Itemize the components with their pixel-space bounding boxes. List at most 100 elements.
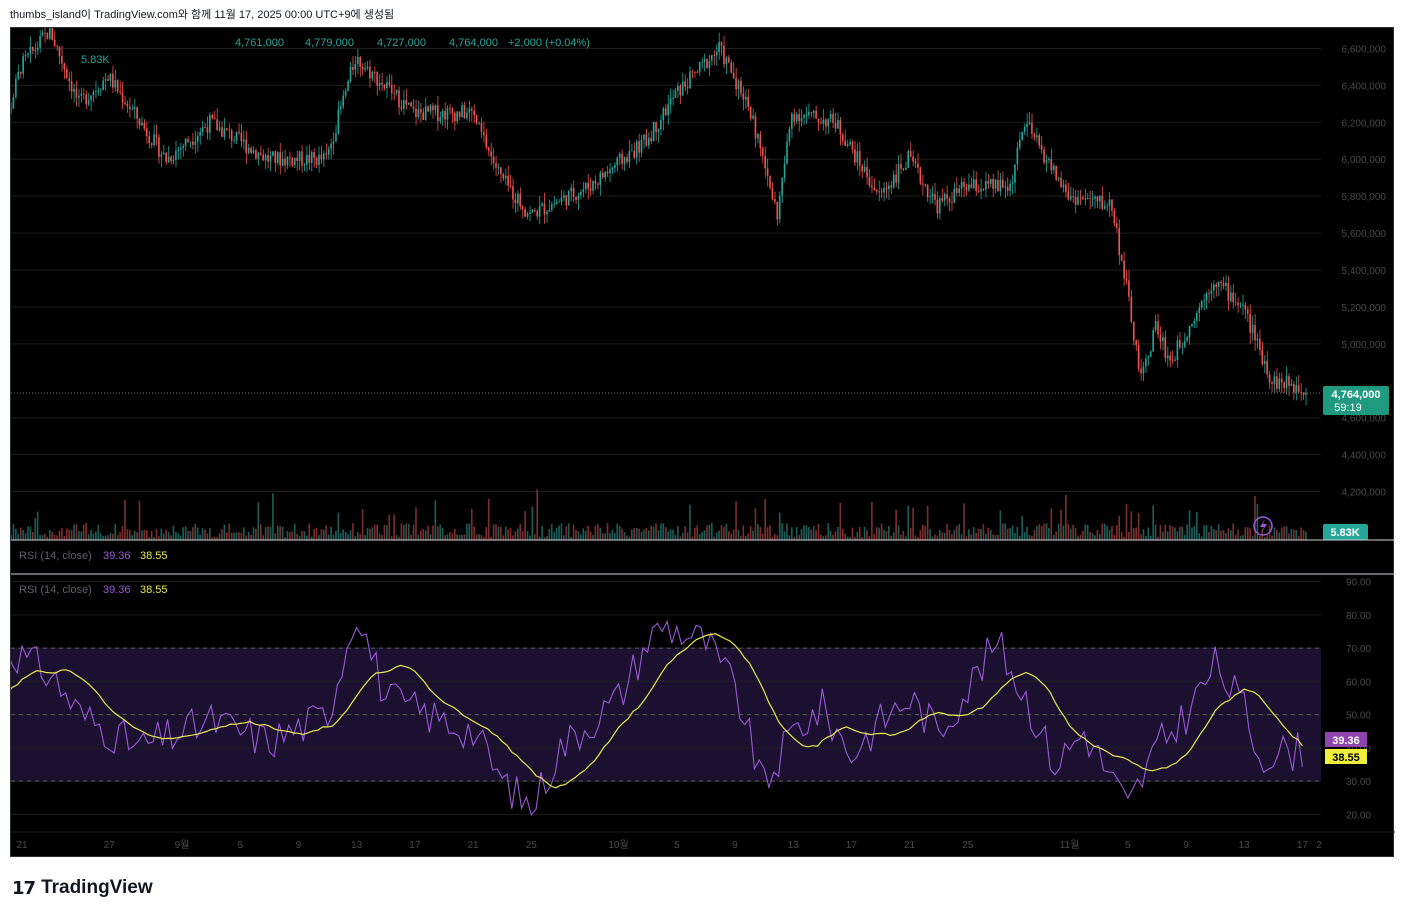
candle-body bbox=[694, 71, 696, 73]
volume-bar bbox=[116, 535, 119, 540]
candle-body bbox=[381, 82, 383, 85]
candle-body bbox=[228, 129, 231, 131]
candle-body bbox=[1069, 196, 1072, 200]
volume-bar bbox=[201, 528, 204, 540]
volume-bar bbox=[92, 533, 95, 540]
volume-bar bbox=[1065, 494, 1067, 540]
volume-bar bbox=[691, 536, 694, 540]
candle-body bbox=[497, 167, 500, 169]
volume-bar bbox=[548, 528, 551, 540]
candle-body bbox=[546, 211, 548, 215]
volume-bar bbox=[1079, 534, 1082, 540]
candle-body bbox=[618, 153, 621, 158]
candle-body bbox=[832, 113, 834, 123]
chart-frame[interactable]: 6,600,000 6,400,000 6,200,000 6,000,000 5,80… bbox=[0, 15, 1395, 858]
volume-bar bbox=[599, 527, 602, 540]
candle-body bbox=[1062, 184, 1065, 188]
candle-body bbox=[677, 85, 679, 91]
time-axis[interactable]: 21 27 9월 5 9 13 17 21 25 10월 5 9 13 17 21 25 11월 5 9 13 17 2 bbox=[11, 831, 1395, 851]
candle-body bbox=[495, 163, 497, 168]
candle-body bbox=[536, 211, 539, 217]
candle-body bbox=[1196, 312, 1198, 321]
candle-body bbox=[167, 156, 170, 163]
candle-body bbox=[1137, 345, 1140, 369]
candle-body bbox=[335, 133, 337, 142]
candle-body bbox=[878, 191, 880, 193]
chart-svg[interactable]: 6,600,000 6,400,000 6,200,000 6,000,000 5,80… bbox=[0, 15, 1395, 858]
volume-bar bbox=[209, 528, 211, 540]
volume-bar bbox=[640, 531, 643, 540]
ohlc-low: 4,727,000 bbox=[377, 37, 426, 49]
volume-bar bbox=[1094, 535, 1096, 540]
candle-body bbox=[529, 212, 531, 214]
tradingview-logo[interactable]: 17 TradingView bbox=[12, 876, 153, 900]
candle-body bbox=[415, 108, 417, 118]
volume-bar bbox=[199, 534, 201, 540]
rsi-legend-value: 39.36 bbox=[103, 584, 131, 596]
volume-bar bbox=[1099, 534, 1101, 540]
volume-bar bbox=[895, 509, 897, 540]
volume-bar bbox=[22, 530, 24, 540]
volume-bar bbox=[880, 523, 883, 540]
volume-bar bbox=[512, 535, 514, 540]
rsi-badge-value: 39.36 bbox=[1332, 735, 1360, 747]
candle-body bbox=[684, 81, 686, 87]
rsi-tick-label: 70.00 bbox=[1346, 644, 1371, 655]
candle-body bbox=[1055, 165, 1057, 180]
volume-bar bbox=[325, 525, 328, 540]
volume-bar bbox=[968, 529, 970, 540]
volume-bar bbox=[941, 532, 943, 540]
volume-bar bbox=[594, 525, 597, 540]
volume-bar bbox=[761, 533, 764, 540]
volume-bar bbox=[623, 532, 626, 540]
candle-body bbox=[953, 188, 956, 203]
volume-bar bbox=[1125, 503, 1128, 540]
candle-body bbox=[1254, 324, 1256, 341]
volume-bar bbox=[58, 530, 61, 540]
volume-bar bbox=[165, 530, 167, 540]
candle-body bbox=[630, 150, 633, 152]
main-pane[interactable]: 6,600,000 6,400,000 6,200,000 6,000,000 5,80… bbox=[0, 15, 1389, 540]
volume-bar bbox=[1057, 523, 1060, 540]
volume-bar bbox=[1091, 533, 1094, 540]
volume-bar bbox=[820, 534, 822, 540]
candle-body bbox=[1293, 384, 1295, 393]
volume-bar bbox=[429, 534, 432, 540]
candle-body bbox=[109, 73, 112, 81]
volume-bar bbox=[226, 532, 228, 540]
volume-bar bbox=[735, 501, 737, 540]
candle-body bbox=[938, 198, 941, 214]
volume-bar bbox=[834, 531, 837, 540]
candle-body bbox=[824, 119, 827, 127]
volume-bar bbox=[1300, 527, 1302, 540]
candle-body bbox=[885, 188, 888, 190]
volume-bar bbox=[1295, 530, 1298, 540]
volume-bar bbox=[468, 523, 471, 540]
volume-bar bbox=[1249, 528, 1251, 540]
rsi-pane[interactable]: 90.0080.0070.0060.0050.0040.0030.0020.00… bbox=[0, 578, 1371, 822]
candle-body bbox=[1135, 340, 1137, 346]
candle-body bbox=[905, 167, 907, 170]
candle-body bbox=[119, 91, 121, 93]
volume-bar bbox=[27, 526, 29, 540]
candle-body bbox=[689, 71, 691, 89]
candle-body bbox=[1089, 198, 1091, 199]
volume-bar bbox=[841, 528, 844, 540]
volume-bar bbox=[744, 535, 747, 540]
volume-bar bbox=[1215, 530, 1218, 540]
volume-bar bbox=[902, 530, 905, 540]
volume-bar bbox=[262, 535, 264, 540]
candle-body bbox=[754, 115, 757, 139]
candle-body bbox=[286, 157, 289, 166]
time-tick-label: 21 bbox=[467, 840, 479, 851]
candle-body bbox=[626, 157, 628, 162]
volume-bar bbox=[327, 534, 330, 540]
candle-body bbox=[834, 122, 837, 129]
candle-body bbox=[141, 122, 143, 126]
candle-body bbox=[742, 93, 745, 100]
candle-body bbox=[846, 144, 849, 146]
volume-bar bbox=[946, 523, 948, 540]
volume-bar bbox=[456, 534, 458, 540]
volume-bar bbox=[1072, 524, 1074, 540]
candle-body bbox=[883, 188, 885, 193]
